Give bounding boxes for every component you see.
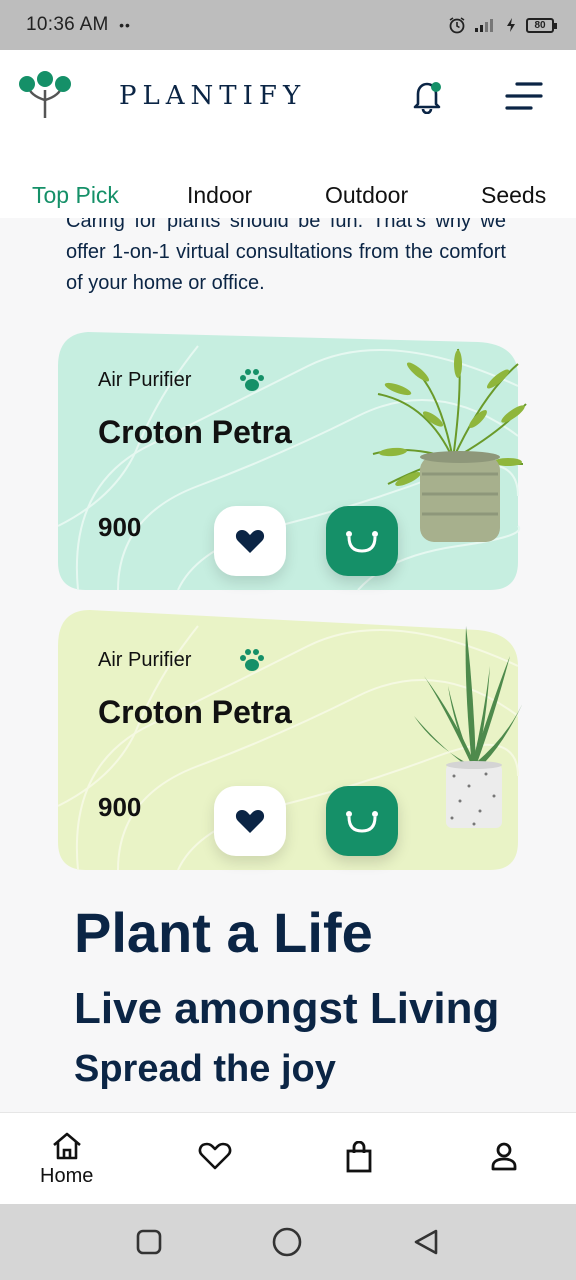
- home-icon: [52, 1132, 81, 1160]
- tab-top-pick[interactable]: Top Pick: [32, 182, 119, 209]
- status-bar: 10:36 AM •• 80: [0, 0, 576, 50]
- favorite-button[interactable]: [214, 786, 286, 856]
- status-left: 10:36 AM ••: [26, 14, 131, 36]
- signal-icon: [475, 19, 493, 32]
- tab-seeds[interactable]: Seeds: [481, 182, 546, 209]
- battery-icon: 80: [526, 17, 557, 33]
- recent-apps-icon[interactable]: [136, 1229, 162, 1255]
- card-category: Air Purifier: [98, 369, 192, 391]
- plant-image: [414, 626, 526, 828]
- headline-plant-a-life: Plant a Life: [74, 901, 373, 964]
- bag-icon: [346, 1141, 372, 1173]
- alarm-icon: [449, 17, 465, 34]
- smile-bag-icon: [346, 811, 378, 833]
- heart-icon: [198, 1142, 232, 1170]
- tab-outdoor[interactable]: Outdoor: [325, 182, 408, 209]
- nav-cart[interactable]: [344, 1141, 374, 1173]
- home-system-icon[interactable]: [272, 1227, 302, 1257]
- paw-icon: [240, 369, 264, 391]
- intro-section: Caring for plants should be fun. That's …: [66, 218, 506, 298]
- card-name: Croton Petra: [98, 414, 292, 450]
- bottom-nav: Home: [0, 1112, 576, 1204]
- status-icons: 80: [448, 16, 557, 34]
- product-card[interactable]: Air Purifier Croton Petra 900: [58, 326, 528, 592]
- card-price: 900: [98, 792, 142, 822]
- nav-home[interactable]: Home: [40, 1131, 93, 1188]
- headline-spread-the-joy: Spread the joy: [74, 1048, 336, 1090]
- charging-icon: [507, 18, 515, 32]
- nav-home-label: Home: [40, 1165, 94, 1187]
- system-nav-bar: [0, 1204, 576, 1280]
- heart-icon: [235, 810, 265, 833]
- menu-icon[interactable]: [505, 80, 543, 112]
- plant-logo-icon[interactable]: [16, 70, 74, 120]
- add-to-cart-button[interactable]: [326, 786, 398, 856]
- brand-name: PLANTIFY: [119, 81, 307, 111]
- status-time: 10:36 AM: [26, 14, 109, 35]
- profile-icon: [491, 1142, 517, 1171]
- bell-icon[interactable]: [410, 78, 444, 114]
- tab-indoor[interactable]: Indoor: [187, 182, 252, 209]
- plant-image: [372, 348, 527, 542]
- notification-dots: ••: [119, 17, 131, 33]
- nav-profile[interactable]: [490, 1141, 518, 1171]
- back-icon[interactable]: [412, 1228, 440, 1256]
- nav-favorites[interactable]: [198, 1141, 232, 1171]
- paw-icon: [240, 649, 264, 671]
- card-category: Air Purifier: [98, 649, 192, 671]
- intro-text: Caring for plants should be fun. That's …: [66, 218, 506, 294]
- favorite-button[interactable]: [214, 506, 286, 576]
- card-price: 900: [98, 512, 142, 542]
- product-card[interactable]: Air Purifier Croton Petra 900: [58, 606, 528, 872]
- card-name: Croton Petra: [98, 694, 292, 730]
- headline-live-amongst-living: Live amongst Living: [74, 984, 500, 1033]
- heart-icon: [235, 530, 265, 553]
- category-tabs: Top Pick Indoor Outdoor Seeds: [0, 182, 576, 218]
